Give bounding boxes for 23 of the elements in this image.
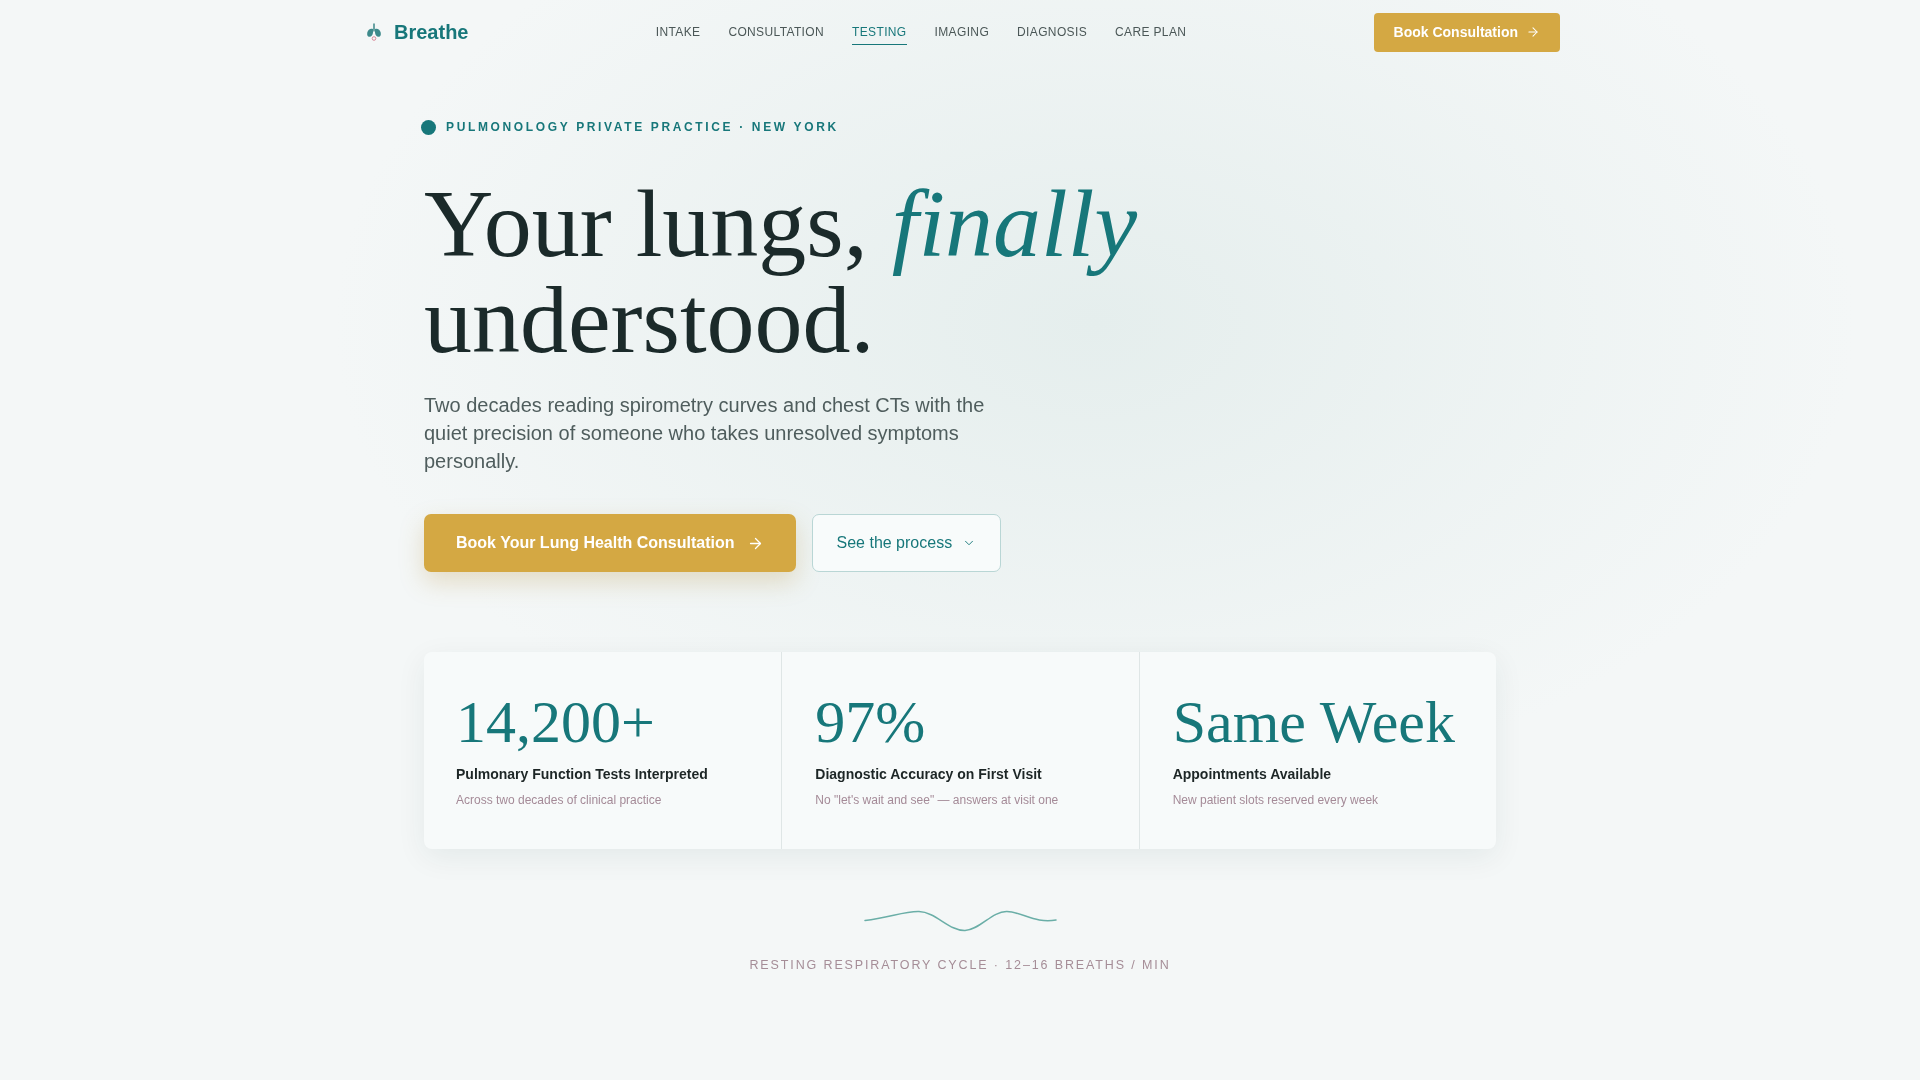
stat-label: Pulmonary Function Tests Interpreted bbox=[456, 765, 708, 784]
brand-name[interactable]: Breathe bbox=[394, 17, 469, 47]
nav-link[interactable]: DIAGNOSIS bbox=[1017, 19, 1087, 45]
stat-note: Across two decades of clinical practice bbox=[456, 792, 662, 809]
lungs-icon bbox=[366, 23, 382, 41]
nav-link[interactable]: INTAKE bbox=[655, 19, 701, 45]
stat-note: New patient slots reserved every week bbox=[1172, 792, 1379, 809]
stat-value: Same Week bbox=[1172, 692, 1455, 752]
nav-link[interactable]: CARE PLAN bbox=[1115, 19, 1187, 45]
hero-headline: Your lungs, finally understood. bbox=[424, 176, 1137, 368]
stat-label: Appointments Available bbox=[1172, 765, 1332, 784]
arrow-right-icon bbox=[1526, 25, 1540, 39]
see-process-button[interactable]: See the process bbox=[811, 514, 1002, 572]
respiratory-caption: RESTING RESPIRATORY CYCLE · 12–16 BREATHS / MIN bbox=[749, 957, 1171, 974]
nav-link[interactable]: TESTING bbox=[852, 19, 907, 45]
stat-label: Diagnostic Accuracy on First Visit bbox=[815, 765, 1042, 784]
stat-value: 14,200+ bbox=[456, 692, 655, 752]
nav-link[interactable]: IMAGING bbox=[934, 19, 990, 45]
nav-link[interactable]: CONSULTATION bbox=[728, 19, 825, 45]
stat-value: 97% bbox=[815, 692, 926, 752]
eyebrow-text: PULMONOLOGY PRIVATE PRACTICE · NEW YORK bbox=[446, 119, 839, 136]
stat-note: No "let's wait and see" — answers at visit one bbox=[815, 792, 1059, 809]
hero-intro: Two decades reading spirometry curves and chest CTs with the quiet precision of someone who takes unresolved symptoms personally. bbox=[424, 393, 986, 474]
